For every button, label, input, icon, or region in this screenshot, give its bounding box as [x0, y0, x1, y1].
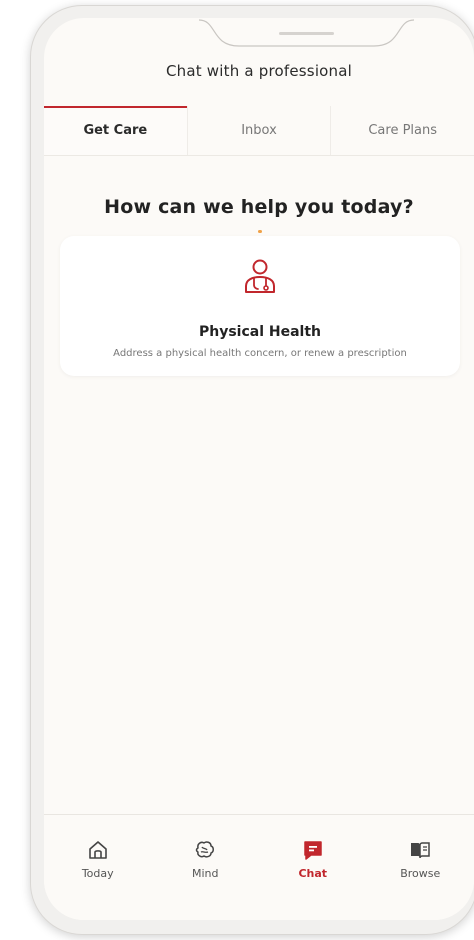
- tab-inbox[interactable]: Inbox: [188, 106, 332, 155]
- tab-label: Inbox: [241, 123, 277, 138]
- phone-notch: [199, 18, 414, 48]
- card-title: Physical Health: [198, 324, 322, 340]
- card-description: Address a physical health concern, or re…: [113, 348, 407, 359]
- nav-browse[interactable]: Browse: [367, 815, 474, 920]
- nav-label: Mind: [191, 867, 219, 880]
- tab-bar: Get Care Inbox Care Plans: [44, 106, 474, 156]
- help-question-heading: How can we help you today?: [104, 196, 414, 218]
- page-title: Chat with a professional: [165, 62, 353, 80]
- decorative-dot: [258, 230, 262, 233]
- tab-label: Get Care: [83, 123, 148, 138]
- nav-chat[interactable]: Chat: [259, 815, 367, 920]
- brain-icon: [196, 841, 215, 858]
- nav-label: Chat: [298, 867, 328, 880]
- tab-label: Care Plans: [368, 123, 438, 138]
- doctor-icon: [242, 258, 278, 296]
- tab-get-care[interactable]: Get Care: [44, 106, 188, 155]
- nav-mind[interactable]: Mind: [152, 815, 260, 920]
- nav-today[interactable]: Today: [44, 815, 152, 920]
- tab-care-plans[interactable]: Care Plans: [331, 106, 474, 155]
- screen: Chat with a professional Get Care Inbox …: [44, 18, 474, 920]
- chat-icon: [304, 841, 322, 860]
- nav-label: Browse: [400, 867, 441, 880]
- bottom-navigation: Today Mind Chat Browse: [44, 814, 474, 920]
- nav-label: Today: [81, 867, 114, 880]
- home-icon: [88, 841, 107, 859]
- book-icon: [411, 842, 430, 859]
- physical-health-card[interactable]: Physical Health Address a physical healt…: [60, 236, 460, 376]
